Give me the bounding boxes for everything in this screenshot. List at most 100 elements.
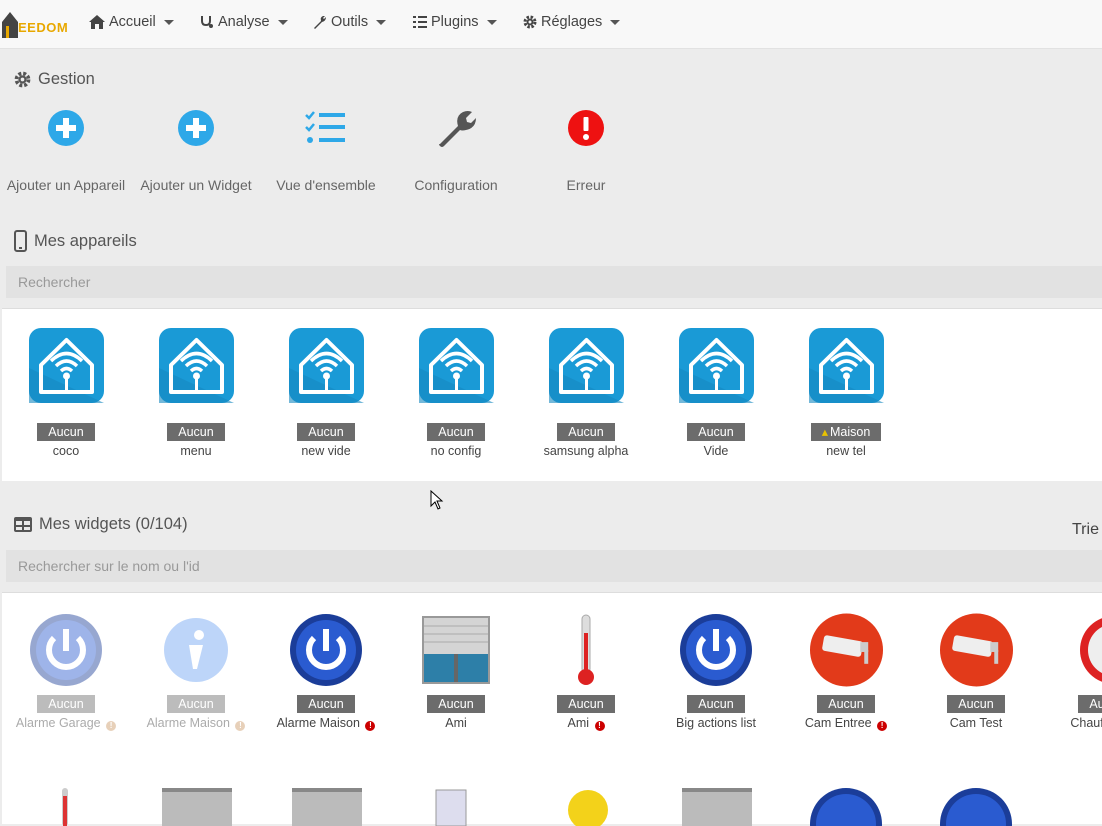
widget-name: Alarme Maison !	[141, 716, 251, 731]
gauge-icon	[1060, 612, 1102, 687]
widgets-search-input[interactable]	[6, 550, 1102, 582]
light-bulb-icon[interactable]	[565, 786, 611, 826]
object-badge: Aucun	[687, 695, 744, 713]
nav-plugins[interactable]: Plugins	[413, 14, 497, 30]
object-badge: Aucun	[427, 423, 484, 441]
device-card[interactable]: Aucuncoco	[11, 328, 121, 458]
exclamation-circle-icon	[567, 109, 605, 147]
widget-name: Alarme Garage !	[11, 716, 121, 731]
shutter-window-icon[interactable]	[162, 786, 237, 826]
widget-name: Ami !	[531, 716, 641, 731]
object-badge: Aucun	[167, 695, 224, 713]
device-name: no config	[401, 444, 511, 458]
object-badge: Au	[1078, 695, 1102, 713]
action-label: Ajouter un Widget	[140, 177, 251, 193]
nav-label: Plugins	[431, 14, 479, 30]
overview-action[interactable]: Vue d'ensemble	[266, 108, 386, 195]
list-check-icon	[305, 111, 347, 145]
tasks-icon	[413, 16, 427, 28]
add-widget-action[interactable]: Ajouter un Widget	[136, 108, 256, 195]
widget-card[interactable]: Aucun Alarme Maison !	[141, 612, 251, 731]
caret-down-icon	[376, 20, 386, 25]
widget-card[interactable]: AucunCam Test	[921, 612, 1031, 730]
power-button-icon[interactable]	[938, 786, 1013, 826]
action-label: Erreur	[567, 177, 606, 193]
camera-icon	[939, 612, 1014, 687]
plus-circle-icon	[177, 109, 215, 147]
devices-search-input[interactable]	[6, 266, 1102, 298]
warning-icon: !	[365, 721, 375, 731]
device-card[interactable]: Aucunmenu	[141, 328, 251, 458]
widget-name: Chauffe s	[1042, 716, 1102, 730]
power-button-icon	[289, 612, 364, 687]
plus-circle-icon	[47, 109, 85, 147]
configuration-action[interactable]: Configuration	[396, 108, 516, 195]
nav-reglages[interactable]: Réglages	[523, 14, 620, 30]
object-badge: Aucun	[557, 423, 614, 441]
object-badge: Aucun	[427, 695, 484, 713]
device-name: Vide	[661, 444, 771, 458]
nav-analyse[interactable]: Analyse	[200, 14, 288, 30]
info-icon	[159, 612, 234, 687]
device-name: new tel	[791, 444, 901, 458]
action-label: Ajouter un Appareil	[7, 177, 125, 193]
device-card[interactable]: ▴Maison new tel	[791, 328, 901, 458]
power-button-icon[interactable]	[808, 786, 883, 826]
widget-card[interactable]: Au Chauffe s	[1042, 612, 1102, 730]
object-badge: Aucun	[297, 695, 354, 713]
object-badge: ▴Maison	[811, 423, 882, 441]
device-card[interactable]: Aucun new vide	[271, 328, 381, 458]
nav-label: Réglages	[541, 14, 602, 30]
house-wifi-icon	[29, 328, 104, 403]
mouse-cursor-icon	[430, 490, 444, 510]
stethoscope-icon	[200, 15, 214, 29]
window-icon[interactable]	[432, 786, 472, 826]
mobile-icon	[14, 230, 27, 252]
device-name: coco	[11, 444, 121, 458]
sort-button[interactable]: Trie	[1072, 521, 1099, 539]
widget-card[interactable]: AucunAlarme Maison !	[271, 612, 381, 731]
nav-outils[interactable]: Outils	[313, 14, 386, 30]
power-button-icon	[679, 612, 754, 687]
add-device-action[interactable]: Ajouter un Appareil	[6, 108, 126, 195]
nav-accueil[interactable]: Accueil	[89, 14, 174, 30]
shutter-window-icon	[419, 612, 494, 687]
widget-card[interactable]: AucunAmi !	[531, 612, 641, 731]
widget-card[interactable]: AucunBig actions list	[661, 612, 771, 730]
shutter-window-icon[interactable]	[292, 786, 367, 826]
house-wifi-icon	[679, 328, 754, 403]
object-badge: Aucun	[167, 423, 224, 441]
shutter-window-icon[interactable]	[682, 786, 757, 826]
house-logo-icon	[0, 8, 20, 38]
devices-title-text: Mes appareils	[34, 232, 137, 251]
table-icon	[14, 517, 32, 532]
object-badge: Aucun	[817, 695, 874, 713]
widget-card[interactable]: AucunAmi	[401, 612, 511, 730]
device-card[interactable]: Aucun no config	[401, 328, 511, 458]
camera-icon	[809, 612, 884, 687]
jeedom-logo[interactable]: EEDOM	[0, 6, 72, 40]
device-card[interactable]: Aucun samsung alpha	[531, 328, 641, 458]
error-action[interactable]: Erreur	[526, 108, 646, 195]
device-name: samsung alpha	[531, 444, 641, 458]
device-card[interactable]: Aucun Vide	[661, 328, 771, 458]
nav-label: Accueil	[109, 14, 156, 30]
house-wifi-icon	[159, 328, 234, 403]
object-badge: Aucun	[297, 423, 354, 441]
warning-icon: !	[235, 721, 245, 731]
house-wifi-icon	[549, 328, 624, 403]
wrench-icon	[313, 15, 327, 29]
warning-icon: !	[595, 721, 605, 731]
widget-card[interactable]: AucunAlarme Garage !	[11, 612, 121, 731]
action-label: Vue d'ensemble	[276, 177, 375, 193]
thermometer-icon[interactable]	[50, 786, 80, 826]
device-name: new vide	[271, 444, 381, 458]
object-badge: Aucun	[687, 423, 744, 441]
object-badge: Aucun	[947, 695, 1004, 713]
gestion-title: Gestion	[14, 70, 95, 89]
house-wifi-icon	[809, 328, 884, 403]
widget-card[interactable]: AucunCam Entree !	[791, 612, 901, 731]
gear-icon	[523, 15, 537, 29]
top-navbar: EEDOM Accueil Analyse Outils Plugins Rég…	[0, 0, 1102, 49]
widgets-title: Mes widgets (0/104)	[14, 515, 188, 534]
